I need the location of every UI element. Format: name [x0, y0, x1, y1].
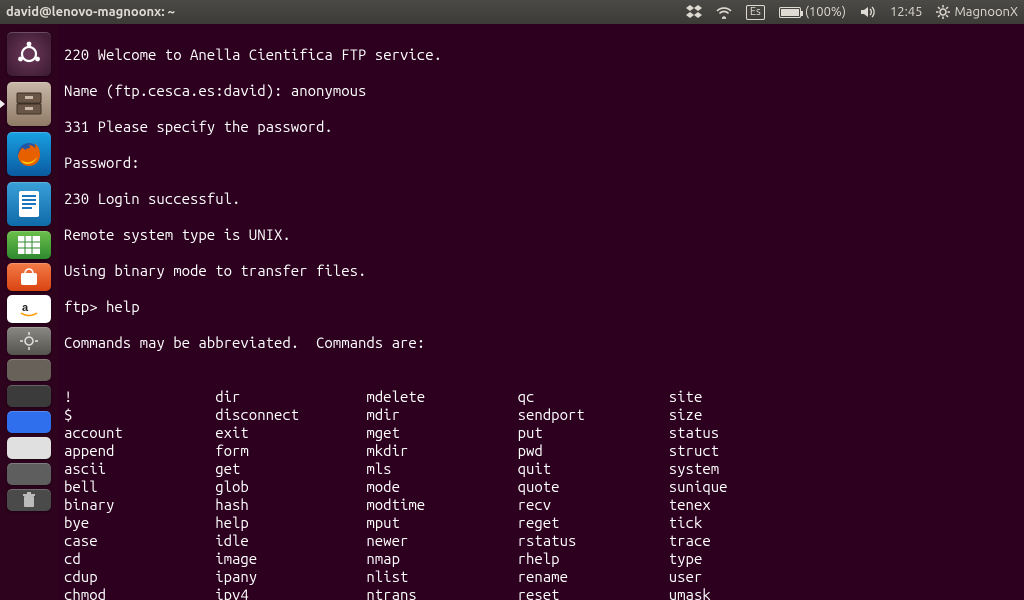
- launcher-dash[interactable]: [5, 30, 53, 78]
- battery-indicator[interactable]: (100%): [779, 5, 846, 19]
- launcher-app-3[interactable]: [5, 410, 53, 434]
- term-line: 220 Welcome to Anella Cientifica FTP ser…: [64, 46, 1018, 64]
- launcher-app-4[interactable]: [5, 436, 53, 460]
- launcher-app-5[interactable]: [5, 462, 53, 486]
- document-icon: [15, 189, 43, 219]
- firefox-icon: [13, 138, 45, 170]
- file-cabinet-icon: [14, 91, 44, 117]
- help-col: dir disconnect exit form get glob hash h…: [215, 388, 366, 600]
- help-col: mdelete mdir mget mkdir mls mode modtime…: [366, 388, 517, 600]
- launcher-firefox[interactable]: [5, 130, 53, 178]
- help-col: qc sendport put pwd quit quote recv rege…: [518, 388, 669, 600]
- battery-pct: (100%): [805, 5, 846, 19]
- keyboard-layout-indicator[interactable]: Es: [746, 5, 765, 20]
- launcher-calc[interactable]: [5, 230, 53, 260]
- launcher-app-1[interactable]: [5, 358, 53, 382]
- term-line: 331 Please specify the password.: [64, 118, 1018, 136]
- amazon-icon: a: [18, 300, 40, 318]
- term-line: Name (ftp.cesca.es:david): anonymous: [64, 82, 1018, 100]
- launcher-app-2[interactable]: [5, 384, 53, 408]
- help-columns: ! $ account append ascii bell binary bye…: [64, 388, 1018, 600]
- launcher-trash[interactable]: [5, 488, 53, 512]
- gear-icon: [19, 331, 39, 351]
- term-line: 230 Login successful.: [64, 190, 1018, 208]
- ubuntu-logo-icon: [15, 40, 43, 68]
- wifi-icon[interactable]: [716, 5, 732, 19]
- help-col: site size status struct system sunique t…: [669, 388, 820, 600]
- term-line: Using binary mode to transfer files.: [64, 262, 1018, 280]
- svg-text:a: a: [22, 302, 29, 314]
- top-menu-bar: david@lenovo-magnoonx: ~ Es (100%) 12:45…: [0, 0, 1024, 24]
- launcher-files[interactable]: [5, 80, 53, 128]
- launcher-settings[interactable]: [5, 326, 53, 356]
- term-line: ftp> help: [64, 298, 1018, 316]
- help-col: ! $ account append ascii bell binary bye…: [64, 388, 215, 600]
- unity-launcher: a: [0, 24, 58, 600]
- bag-icon: [18, 267, 40, 287]
- window-title: david@lenovo-magnoonx: ~: [6, 5, 175, 19]
- session-menu[interactable]: MagnoonX: [936, 5, 1018, 19]
- active-marker-icon: [0, 99, 5, 109]
- trash-icon: [22, 492, 36, 508]
- term-line: Password:: [64, 154, 1018, 172]
- terminal-output[interactable]: 220 Welcome to Anella Cientifica FTP ser…: [58, 24, 1024, 600]
- clock[interactable]: 12:45: [890, 5, 923, 19]
- dropbox-icon[interactable]: [686, 5, 702, 19]
- launcher-software[interactable]: [5, 262, 53, 292]
- launcher-amazon[interactable]: a: [5, 294, 53, 324]
- term-line: Remote system type is UNIX.: [64, 226, 1018, 244]
- term-line: Commands may be abbreviated. Commands ar…: [64, 334, 1018, 352]
- gear-icon: [936, 5, 950, 19]
- spreadsheet-icon: [16, 234, 42, 256]
- volume-icon[interactable]: [860, 5, 876, 19]
- launcher-writer[interactable]: [5, 180, 53, 228]
- battery-icon: [779, 7, 801, 18]
